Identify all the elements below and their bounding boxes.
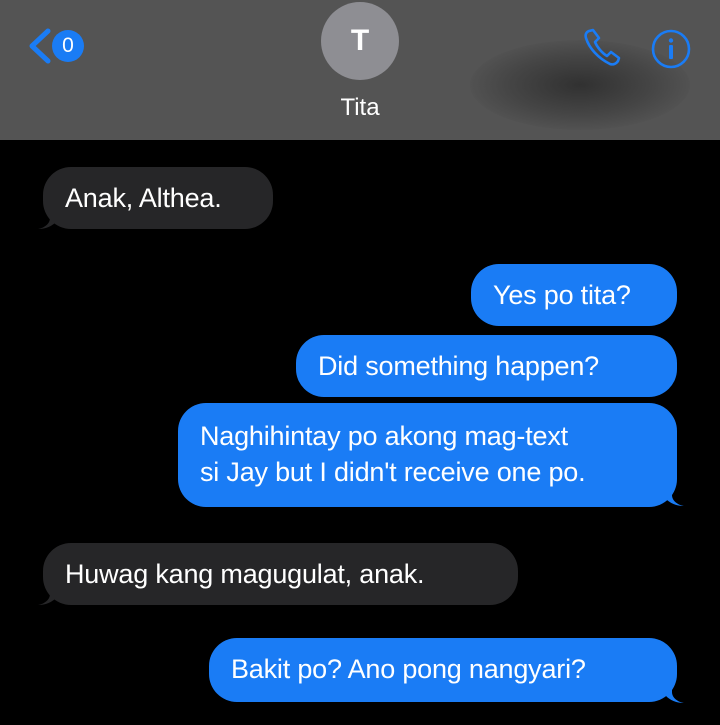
message-text: Bakit po? Ano pong nangyari?	[231, 654, 586, 684]
contact-name[interactable]: Tita	[260, 93, 460, 123]
unread-count-badge: 0	[52, 30, 84, 62]
message-text-line: Naghihintay po akong mag-text	[200, 421, 568, 451]
info-icon	[651, 29, 691, 69]
message-text: Did something happen?	[318, 351, 600, 381]
info-button[interactable]	[650, 28, 692, 70]
message-bubble-sent[interactable]: Did something happen?	[296, 335, 677, 397]
message-text: Huwag kang magugulat, anak.	[65, 559, 425, 589]
chevron-left-icon	[29, 28, 51, 64]
message-bubble-received[interactable]: Anak, Althea.	[43, 167, 273, 229]
message-bubble-sent[interactable]: Naghihintay po akong mag-text si Jay but…	[178, 403, 677, 507]
message-bubble-sent[interactable]: Bakit po? Ano pong nangyari?	[209, 638, 677, 702]
message-bubble-sent[interactable]: Yes po tita?	[471, 264, 677, 326]
bubble-tail	[666, 487, 684, 506]
call-button[interactable]	[580, 25, 626, 71]
message-text: Yes po tita?	[493, 280, 631, 310]
message-bubble-received[interactable]: Huwag kang magugulat, anak.	[43, 543, 518, 605]
message-text: Anak, Althea.	[65, 183, 222, 213]
bubble-tail	[38, 210, 56, 229]
message-text-line: si Jay but I didn't receive one po.	[200, 457, 586, 487]
bubble-tail	[38, 586, 56, 605]
bubble-tail	[666, 684, 684, 703]
back-button[interactable]: 0	[18, 24, 88, 68]
conversation-header: 0 T Tita	[0, 0, 720, 140]
messages-screen: 0 T Tita Anak, Althea. Yes po tita? Did …	[0, 0, 720, 725]
contact-avatar[interactable]: T	[321, 2, 399, 80]
phone-icon	[584, 28, 621, 66]
